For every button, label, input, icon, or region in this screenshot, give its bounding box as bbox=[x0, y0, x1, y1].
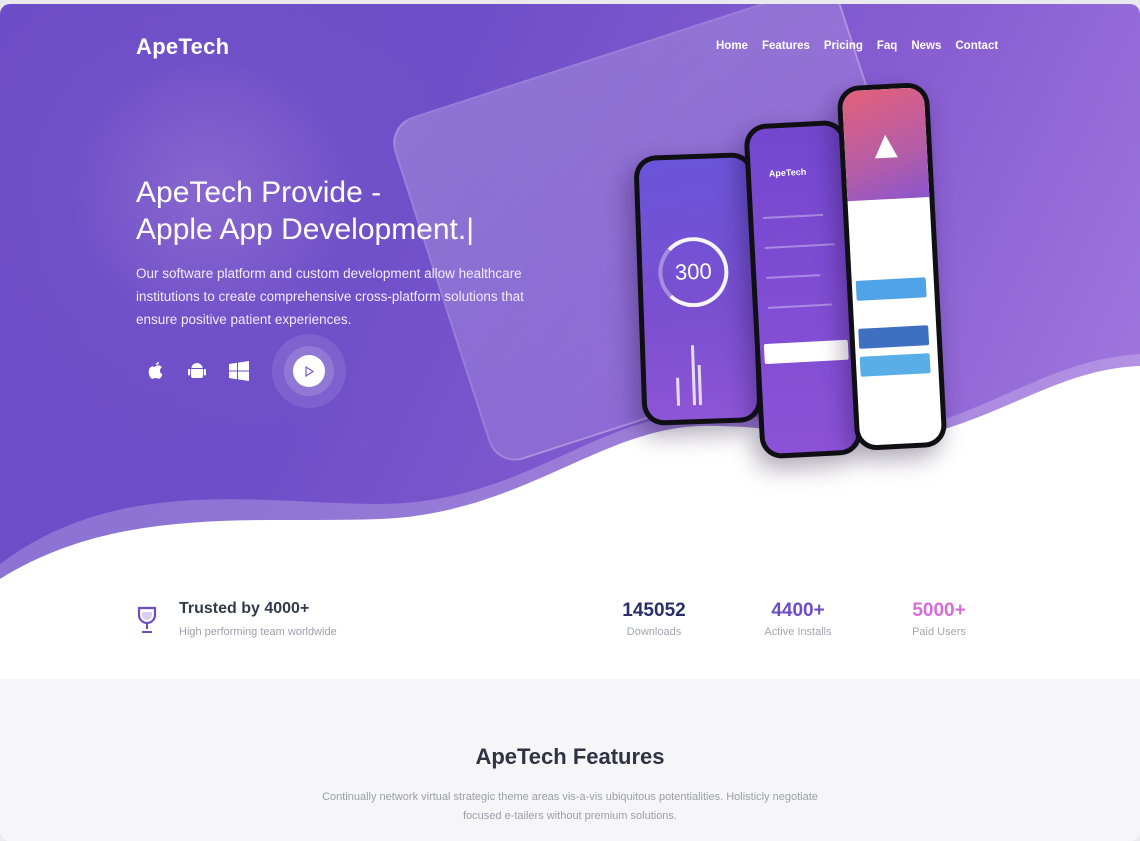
app-logo-icon: ▲ bbox=[873, 126, 899, 163]
video-play-button[interactable] bbox=[272, 334, 346, 408]
stat-active-installs: 4400+ Active Installs bbox=[738, 600, 858, 638]
windows-icon[interactable] bbox=[227, 359, 251, 383]
hero-title-line-2-text: Apple App Development. bbox=[136, 213, 467, 246]
stat-label: Downloads bbox=[626, 626, 682, 638]
nav-news[interactable]: News bbox=[911, 40, 941, 52]
chart-bar bbox=[690, 345, 697, 406]
phone-action-button bbox=[859, 353, 931, 377]
hero-title-line-2: Apple App Development.| bbox=[136, 211, 596, 248]
nav-pricing[interactable]: Pricing bbox=[824, 40, 863, 52]
form-line bbox=[764, 243, 835, 249]
nav-home[interactable]: Home bbox=[716, 40, 748, 52]
stat-label: Paid Users bbox=[912, 626, 966, 638]
android-icon[interactable] bbox=[185, 359, 209, 383]
stat-paid-users: 5000+ Paid Users bbox=[879, 600, 999, 638]
phone-mockup-profile: ▲ bbox=[836, 81, 948, 452]
features-description: Continually network virtual strategic th… bbox=[322, 791, 818, 822]
apple-icon[interactable] bbox=[143, 359, 167, 383]
hero-title-line-1: ApeTech Provide - bbox=[136, 176, 382, 209]
stat-value: 4400+ bbox=[771, 600, 825, 621]
stat-label: Active Installs bbox=[764, 626, 832, 638]
nav-contact[interactable]: Contact bbox=[955, 40, 998, 52]
nav-features[interactable]: Features bbox=[762, 40, 810, 52]
typing-cursor: | bbox=[466, 213, 475, 246]
hero-description: Our software platform and custom develop… bbox=[136, 266, 524, 327]
trusted-title: Trusted by 4000+ bbox=[179, 600, 310, 617]
phone-action-button bbox=[858, 325, 930, 349]
platform-icons bbox=[143, 359, 251, 383]
phone-profile-header: ▲ bbox=[841, 87, 930, 202]
form-line bbox=[766, 274, 821, 279]
score-dial: 300 bbox=[657, 235, 730, 309]
phone-screen-profile: ▲ bbox=[841, 87, 943, 446]
stat-value: 5000+ bbox=[912, 600, 966, 621]
phone-app-brand: ApeTech bbox=[768, 166, 807, 179]
play-button-ring bbox=[284, 346, 334, 396]
chart-bar bbox=[676, 377, 681, 406]
stat-value: 145052 bbox=[622, 600, 686, 621]
brand-logo[interactable]: ApeTech bbox=[136, 34, 229, 60]
trusted-subtitle: High performing team worldwide bbox=[179, 626, 337, 638]
phone-screen-dashboard: 300 bbox=[638, 157, 758, 421]
form-line bbox=[767, 303, 832, 309]
phone-mockup-dashboard: 300 bbox=[633, 151, 763, 427]
hero-section: ApeTech Home Features Pricing Faq News C… bbox=[0, 4, 1140, 579]
nav-faq[interactable]: Faq bbox=[877, 40, 897, 52]
features-title: ApeTech Features bbox=[475, 744, 665, 769]
stat-downloads: 145052 Downloads bbox=[594, 600, 714, 638]
chart-bar bbox=[697, 364, 703, 406]
dial-value: 300 bbox=[674, 258, 713, 285]
main-nav: Home Features Pricing Faq News Contact bbox=[716, 40, 998, 52]
play-icon[interactable] bbox=[293, 355, 325, 387]
trophy-icon bbox=[136, 605, 158, 640]
form-line bbox=[763, 213, 824, 219]
landing-page: ApeTech Home Features Pricing Faq News C… bbox=[0, 4, 1140, 841]
hero-title: ApeTech Provide - Apple App Development.… bbox=[136, 174, 596, 248]
phone-login-button bbox=[763, 339, 849, 365]
phone-action-button bbox=[855, 277, 927, 301]
